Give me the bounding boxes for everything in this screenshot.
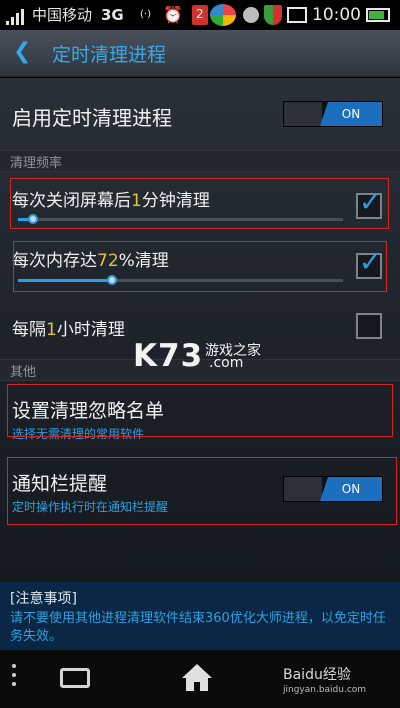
note-title: [注意事项] <box>10 591 77 607</box>
shield-icon <box>264 5 282 25</box>
hourly-checkbox[interactable] <box>356 313 382 339</box>
section-header-frequency: 清理频率 <box>0 150 400 172</box>
menu-icon[interactable] <box>12 664 16 691</box>
k73-watermark: K73 游戏之家 .com <box>133 338 261 374</box>
home-icon[interactable] <box>180 664 214 692</box>
app-icon <box>210 4 236 26</box>
annotation-box-screen-off <box>10 178 389 229</box>
navigation-bar: Baidu经验 jingyan.baidu.com <box>0 650 400 708</box>
recent-apps-icon[interactable] <box>60 668 90 688</box>
status-bar: 中国移动 3G (·) ⏰ 2 10:00 <box>0 0 400 30</box>
clock: 10:00 <box>312 5 361 25</box>
annotation-box-ignore-list <box>7 384 393 437</box>
annotation-box-notify <box>7 457 397 525</box>
page-title: 定时清理进程 <box>52 44 167 66</box>
wifi-icon: (·) <box>140 9 151 20</box>
circle-icon <box>243 7 259 23</box>
battery-icon <box>366 8 390 22</box>
carrier-label: 中国移动 <box>32 6 93 24</box>
enable-timer-toggle[interactable]: ON <box>283 101 383 127</box>
alarm-icon: ⏰ <box>163 5 183 24</box>
network-type: 3G <box>101 6 124 24</box>
enable-timer-label: 启用定时清理进程 <box>12 106 172 130</box>
chevron-left-icon[interactable]: ❮ <box>13 39 31 64</box>
title-bar: ❮ 定时清理进程 <box>0 30 400 77</box>
annotation-box-memory <box>13 241 387 292</box>
image-icon <box>287 7 307 23</box>
notification-badge: 2 <box>192 5 208 25</box>
hourly-clean-label: 每隔1小时清理 <box>12 320 125 340</box>
baidu-watermark: Baidu经验 jingyan.baidu.com <box>283 667 367 695</box>
note-body: 请不要使用其他进程清理软件结束360优化大师进程，以免定时任务失效。 <box>10 611 386 644</box>
note-panel: [注意事项] 请不要使用其他进程清理软件结束360优化大师进程，以免定时任务失效… <box>0 582 400 650</box>
signal-icon <box>6 21 9 25</box>
